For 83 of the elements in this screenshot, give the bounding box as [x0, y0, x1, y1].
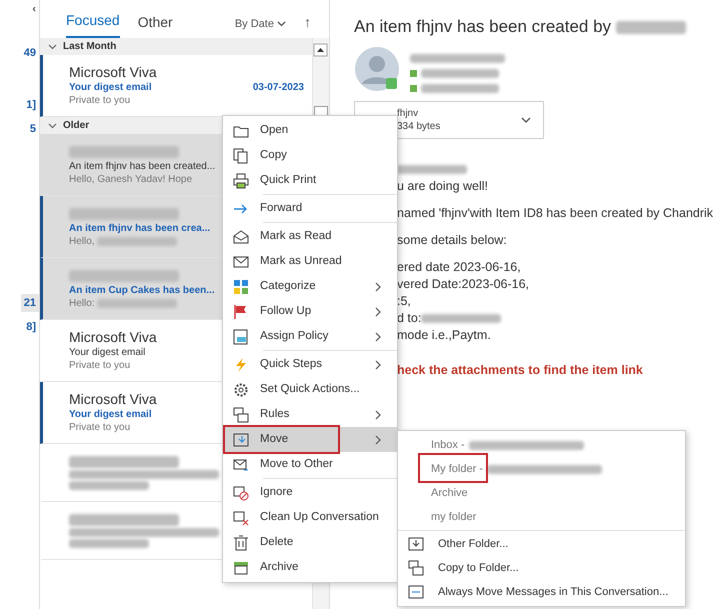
rules-icon: [233, 406, 249, 422]
body-text: some details below:: [397, 232, 507, 246]
flag-icon: [233, 304, 249, 320]
tab[interactable]: Other: [138, 12, 173, 38]
menu-item[interactable]: Move: [223, 427, 397, 452]
body-text: named 'fhjnv'with Item ID8 has been created by Chandrik: [397, 206, 714, 220]
sender-name: Microsoft Viva: [69, 329, 157, 345]
avatar-icon: [354, 46, 400, 92]
body-text: vered Date:2023-06-16,: [397, 276, 530, 290]
menu-item[interactable]: Clean Up Conversation: [223, 505, 397, 530]
message-preview: Private to you: [69, 95, 130, 106]
chevron-right-icon: [375, 282, 381, 292]
message-subject: An item fhjnv has been crea...: [69, 222, 210, 235]
message-preview: Private to you: [69, 422, 130, 433]
message-subject: Your digest email: [69, 408, 152, 421]
menu-item[interactable]: Archive: [223, 555, 397, 580]
sender-name: Microsoft Viva: [69, 391, 157, 407]
chevron-right-icon: [375, 332, 381, 342]
group-header[interactable]: Last Month: [40, 38, 312, 55]
group-label: Last Month: [63, 40, 116, 54]
body-text: :5,: [397, 294, 411, 308]
body-text: mode i.e.,Paytm.: [397, 328, 491, 342]
menu-item[interactable]: Other Folder...: [398, 532, 685, 556]
copy-folder-icon: [408, 560, 424, 576]
menu-item[interactable]: Inbox -: [398, 433, 685, 457]
move-folder-icon: [408, 584, 424, 600]
chevron-down-icon: [277, 20, 286, 27]
back-arrow[interactable]: ‹: [29, 0, 39, 18]
menu-item[interactable]: My folder -: [398, 457, 685, 481]
envelope-open-icon: [233, 228, 249, 244]
chevron-right-icon: [375, 410, 381, 420]
policy-icon: [233, 328, 249, 344]
gear-icon: [233, 382, 249, 398]
chevron-right-icon: [375, 360, 381, 370]
email-subject: An item fhjnv has been created by: [354, 17, 612, 36]
message-subject: An item Cup Cakes has been...: [69, 284, 215, 297]
message-preview: Hello, Ganesh Yadav! Hope: [69, 174, 192, 185]
body-text: heck the attachments to find the item link: [397, 362, 643, 376]
body-text: u are doing well!: [397, 178, 488, 192]
menu-item[interactable]: my folder: [398, 505, 685, 529]
envelope-arrow-icon: [233, 456, 249, 472]
folder-count[interactable]: 49: [20, 44, 39, 62]
archive-icon: [233, 560, 249, 576]
message-preview: Hello:: [69, 298, 96, 309]
message-subject: Your digest email: [69, 81, 152, 94]
message-subject: Your digest email: [69, 346, 146, 359]
message-preview: Private to you: [69, 360, 130, 371]
folder-count[interactable]: 1]: [23, 96, 39, 114]
sender-name: Microsoft Viva: [69, 64, 157, 80]
menu-item[interactable]: Delete: [223, 530, 397, 555]
chevron-down-icon: [521, 116, 531, 122]
folder-count[interactable]: 5: [26, 120, 39, 138]
menu-item[interactable]: Copy to Folder...: [398, 556, 685, 580]
presence-icon: [410, 70, 417, 76]
menu-item[interactable]: Ignore: [223, 480, 397, 505]
body-text: ered date 2023-06-16,: [397, 260, 521, 274]
envelope-icon: [233, 254, 249, 270]
attachment-size: 334 bytes: [397, 120, 440, 132]
chevron-right-icon: [375, 434, 381, 444]
menu-item[interactable]: Archive: [398, 481, 685, 505]
group-label: Older: [63, 119, 90, 133]
message-preview: Hello,: [69, 236, 96, 247]
presence-icon: [410, 84, 417, 92]
cleanup-icon: [233, 510, 249, 526]
copy-icon: [233, 148, 249, 164]
attachment-name: fhjnv: [397, 106, 420, 120]
trash-icon: [233, 534, 249, 550]
move-folder-icon: [408, 536, 424, 552]
lightning-icon: [233, 356, 249, 372]
blurred-greeting: [397, 164, 467, 174]
folder-count[interactable]: 21: [20, 294, 39, 312]
message-date: 03-07-2023: [252, 81, 304, 94]
chevron-right-icon: [375, 306, 381, 316]
printer-icon: [233, 172, 249, 188]
message-subject: An item fhjnv has been created...: [69, 160, 216, 173]
folder-count[interactable]: 8]: [23, 318, 39, 336]
move-folder-icon: [233, 432, 249, 448]
menu-item[interactable]: Move to Other: [223, 452, 397, 477]
sort-dropdown[interactable]: By Date: [234, 16, 286, 38]
sort-direction-button[interactable]: ↑: [304, 12, 329, 38]
category-grid-icon: [233, 278, 249, 294]
menu-item[interactable]: Always Move Messages in This Conversation...: [398, 580, 685, 604]
ignore-icon: [233, 484, 249, 500]
